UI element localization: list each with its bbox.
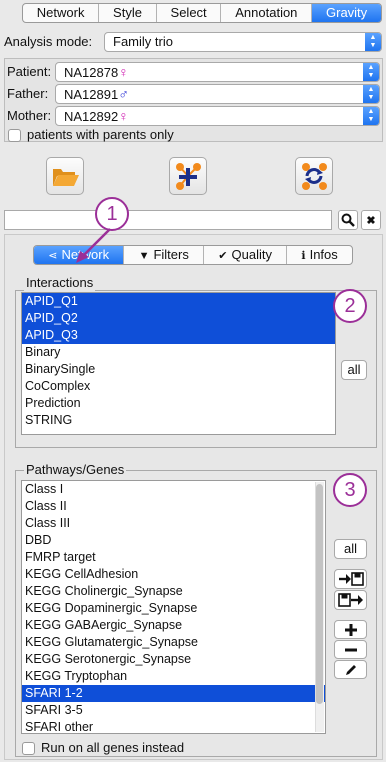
chevron-updown-icon: ▲ ▼	[363, 63, 379, 81]
check-circle-icon: ✔	[218, 250, 228, 262]
list-item[interactable]: APID_Q3	[22, 327, 335, 344]
open-file-button[interactable]	[46, 157, 84, 195]
interactions-list[interactable]: APID_Q1 APID_Q2 APID_Q3 Binary BinarySingle C…	[21, 292, 336, 435]
export-genes-button[interactable]	[334, 590, 367, 610]
clear-button[interactable]: ✖	[361, 210, 381, 230]
add-gene-button[interactable]	[334, 620, 367, 639]
interactions-all-button[interactable]: all	[341, 360, 367, 380]
list-item[interactable]: KEGG CellAdhesion	[22, 566, 325, 583]
search-icon	[341, 213, 355, 227]
list-item[interactable]: KEGG Tryptophan	[22, 668, 325, 685]
tab-annotation[interactable]: Annotation	[221, 4, 313, 22]
list-item[interactable]: KEGG Glutamatergic_Synapse	[22, 634, 325, 651]
patient-select-father[interactable]: NA12891♂ ▲ ▼	[55, 84, 380, 104]
list-item[interactable]: Class I	[22, 481, 325, 498]
import-genes-button[interactable]	[334, 569, 367, 589]
list-item[interactable]: Class III	[22, 515, 325, 532]
patient-role-label: Father:	[7, 86, 49, 101]
chevron-updown-icon: ▲ ▼	[363, 107, 379, 125]
list-item[interactable]: STRING	[22, 412, 335, 429]
list-item[interactable]: CoComplex	[22, 378, 335, 395]
subtab-label: Filters	[153, 247, 189, 262]
list-item[interactable]: DBD	[22, 532, 325, 549]
list-item[interactable]: KEGG Cholinergic_Synapse	[22, 583, 325, 600]
analysis-mode-value: Family trio	[113, 34, 173, 49]
analysis-mode-label: Analysis mode:	[4, 34, 93, 49]
chevron-updown-icon: ▲ ▼	[363, 85, 379, 103]
analysis-mode-select[interactable]: Family trio ▲ ▼	[104, 32, 382, 52]
subtab-label: Infos	[309, 247, 338, 262]
chevron-updown-icon: ▲ ▼	[365, 33, 381, 51]
list-item[interactable]: Binary	[22, 344, 335, 361]
callout-2: 2	[333, 289, 367, 323]
share-icon: ⋖	[48, 250, 58, 262]
folder-open-icon	[53, 169, 79, 186]
list-item[interactable]: APID_Q1	[22, 293, 335, 310]
list-item[interactable]: Class II	[22, 498, 325, 515]
add-network-button[interactable]	[169, 157, 207, 195]
pencil-icon	[345, 665, 356, 675]
subtab-quality[interactable]: ✔ Quality	[204, 246, 288, 264]
list-item[interactable]: FMRP target	[22, 549, 325, 566]
subtab-label: Quality	[231, 247, 272, 262]
tab-style[interactable]: Style	[99, 4, 157, 22]
subtab-infos[interactable]: ℹ Infos	[287, 246, 352, 264]
search-button[interactable]	[338, 210, 358, 230]
list-item[interactable]: KEGG Dopaminergic_Synapse	[22, 600, 325, 617]
list-item[interactable]: BinarySingle	[22, 361, 335, 378]
parents-only-checkbox[interactable]	[8, 128, 21, 142]
patient-role-label: Mother:	[7, 108, 52, 123]
patient-id: NA12878	[64, 65, 119, 80]
patient-select-patient[interactable]: NA12878♀ ▲ ▼	[55, 62, 380, 82]
pathways-list[interactable]: Class I Class II Class III DBD FMRP target KE…	[21, 480, 326, 734]
minus-icon	[344, 648, 357, 652]
patient-select-mother[interactable]: NA12892♀ ▲ ▼	[55, 106, 380, 126]
tab-select[interactable]: Select	[157, 4, 222, 22]
list-item[interactable]: Prediction	[22, 395, 335, 412]
list-item[interactable]: SFARI 3-5	[22, 702, 325, 719]
callout-arrow	[76, 228, 111, 263]
parents-only-label: patients with parents only	[27, 127, 174, 142]
top-tab-bar: Network Style Select Annotation Gravity	[22, 3, 382, 23]
network-add-icon	[176, 163, 201, 190]
parents-only-row: patients with parents only	[8, 126, 174, 144]
info-icon: ℹ	[301, 250, 306, 262]
patient-role-label: Patient:	[7, 64, 52, 79]
patient-id: NA12892	[64, 109, 119, 124]
pathways-scroll-thumb[interactable]	[316, 484, 323, 704]
remove-gene-button[interactable]	[334, 640, 367, 659]
refresh-network-button[interactable]	[295, 157, 333, 195]
subtab-filters[interactable]: ▼ Filters	[124, 246, 205, 264]
list-item[interactable]: SFARI other	[22, 719, 325, 733]
list-item[interactable]: APID_Q2	[22, 310, 335, 327]
tab-network[interactable]: Network	[23, 4, 100, 22]
interactions-title: Interactions	[24, 275, 96, 291]
pathways-title: Pathways/Genes	[24, 462, 127, 478]
patient-id: NA12891	[64, 87, 119, 102]
list-item[interactable]: KEGG Serotonergic_Synapse	[22, 651, 325, 668]
search-input[interactable]	[4, 210, 332, 230]
tab-gravity[interactable]: Gravity	[312, 4, 381, 22]
list-item[interactable]: KEGG GABAergic_Synapse	[22, 617, 325, 634]
edit-gene-button[interactable]	[334, 660, 367, 679]
run-all-genes-checkbox[interactable]	[22, 741, 35, 755]
female-icon: ♀	[118, 108, 129, 124]
plus-icon	[344, 624, 357, 636]
export-save-icon	[337, 593, 363, 607]
pathways-all-button[interactable]: all	[334, 539, 367, 559]
callout-3: 3	[333, 473, 367, 507]
list-item[interactable]: SFARI 1-2	[22, 685, 325, 702]
male-icon: ♂	[118, 86, 129, 102]
close-icon: ✖	[366, 215, 376, 227]
import-save-icon	[338, 572, 364, 586]
run-all-genes-label: Run on all genes instead	[41, 740, 185, 755]
filter-icon: ▼	[138, 250, 150, 262]
network-refresh-icon	[302, 163, 327, 190]
female-icon: ♀	[118, 64, 129, 80]
run-all-genes-row: Run on all genes instead	[22, 739, 184, 757]
